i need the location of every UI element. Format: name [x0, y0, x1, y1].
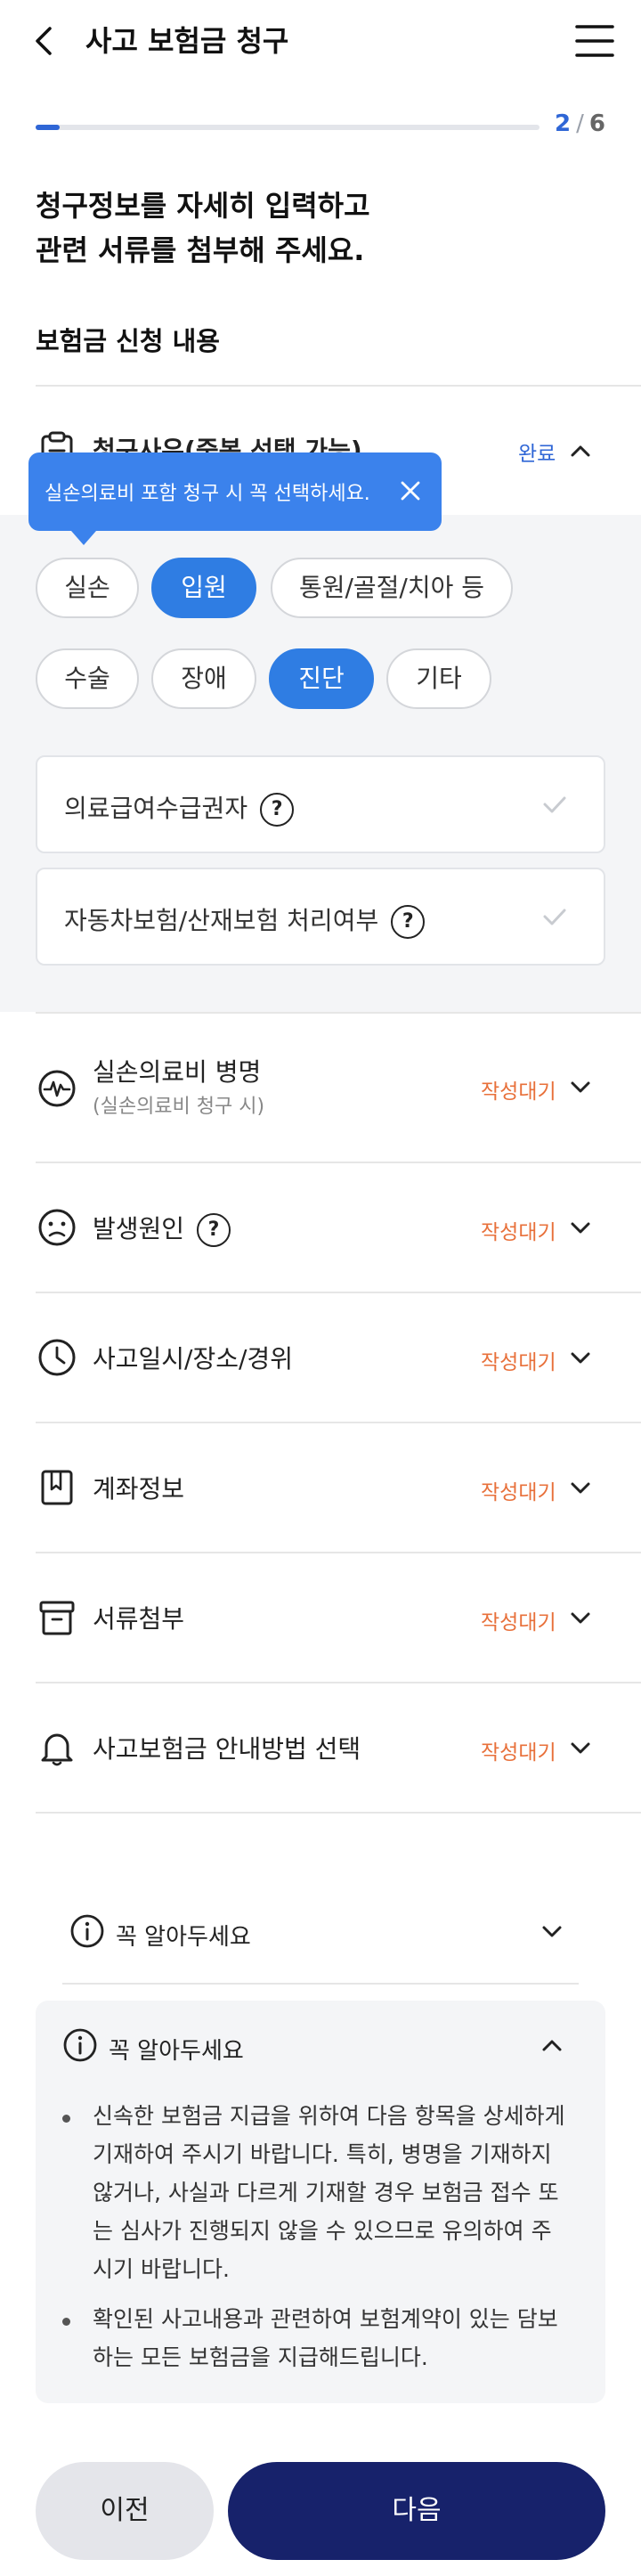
info-icon — [62, 2027, 98, 2063]
tooltip-text: 실손의료비 포함 청구 시 꼭 선택하세요. — [45, 483, 370, 505]
notice-title: 꼭 알아두세요 — [109, 2038, 244, 2065]
section-document-attach[interactable]: 서류첨부 작성대기 — [0, 1553, 641, 1682]
claim-reason-panel: 실손 입원 통원/골절/치아 등 수술 장애 진단 기타 의료급여수급권자? 자… — [0, 515, 641, 1012]
status-pending: 작성대기 — [481, 1741, 556, 1765]
status-pending: 작성대기 — [481, 1481, 556, 1504]
section-divider — [36, 385, 641, 387]
hamburger-menu-icon[interactable] — [575, 23, 614, 59]
back-icon[interactable] — [27, 23, 62, 59]
section-title-disease-name: 실손의료비 병명 — [93, 1057, 262, 1087]
notice-expanded: 꼭 알아두세요 신속한 보험금 지급을 위하여 다음 항목을 상세하게 기재하여… — [36, 2001, 605, 2403]
section-title-cause-text: 발생원인 — [93, 1214, 185, 1243]
chip-reason-silson[interactable]: 실손 — [36, 558, 139, 618]
section-title-cause: 발생원인? — [93, 1210, 231, 1247]
chevron-down-icon[interactable] — [540, 1919, 564, 1944]
chip-reason-surgery[interactable]: 수술 — [36, 648, 139, 709]
progress-total-steps: 6 — [588, 110, 605, 137]
section-cause[interactable]: 발생원인? 작성대기 — [0, 1163, 641, 1292]
medical-aid-recipient-text: 의료급여수급권자 — [64, 794, 248, 823]
medical-pulse-icon — [37, 1069, 77, 1108]
medical-aid-recipient-check[interactable]: 의료급여수급권자? — [36, 755, 605, 853]
progress-bar-fill — [36, 125, 61, 130]
notice-item: 신속한 보험금 지급을 위하여 다음 항목을 상세하게 기재하여 주시기 바랍니… — [93, 2103, 565, 2282]
progress-step-indicator: 2/6 — [555, 110, 605, 137]
auto-industrial-insurance-check[interactable]: 자동차보험/산재보험 처리여부? — [36, 868, 605, 966]
chip-reason-diagnosis[interactable]: 진단 — [269, 648, 374, 709]
intro-heading: 청구정보를 자세히 입력하고 관련 서류를 첨부해 주세요. — [36, 183, 370, 273]
intro-line-1: 청구정보를 자세히 입력하고 — [36, 189, 370, 223]
status-pending: 작성대기 — [481, 1221, 556, 1244]
notice-bullet — [62, 2318, 70, 2326]
help-icon[interactable]: ? — [260, 793, 295, 827]
notice-title: 꼭 알아두세요 — [116, 1924, 251, 1951]
bankbook-icon — [37, 1468, 77, 1507]
chip-reason-outpatient[interactable]: 통원/골절/치아 등 — [271, 558, 513, 618]
status-pending: 작성대기 — [481, 1351, 556, 1374]
section-accident-details[interactable]: 사고일시/장소/경위 작성대기 — [0, 1293, 641, 1422]
sad-face-icon — [37, 1208, 77, 1247]
chip-reason-inpatient[interactable]: 입원 — [151, 558, 256, 618]
prev-button[interactable]: 이전 — [36, 2462, 214, 2560]
section-divider — [36, 1812, 641, 1814]
auto-industrial-insurance-label: 자동차보험/산재보험 처리여부? — [64, 901, 426, 939]
next-button[interactable]: 다음 — [228, 2462, 605, 2560]
auto-industrial-insurance-text: 자동차보험/산재보험 처리여부 — [64, 906, 379, 935]
progress-bar — [36, 125, 540, 130]
medical-aid-recipient-label: 의료급여수급권자? — [64, 789, 295, 827]
bell-icon — [37, 1728, 77, 1767]
progress-separator: / — [576, 110, 584, 137]
claim-reason-status: 완료 — [518, 443, 556, 466]
chip-reason-disability[interactable]: 장애 — [151, 648, 256, 709]
chip-reason-other[interactable]: 기타 — [386, 648, 491, 709]
status-pending: 작성대기 — [481, 1611, 556, 1634]
section-title: 보험금 신청 내용 — [36, 326, 220, 356]
clock-icon — [37, 1338, 77, 1377]
checkmark-icon — [541, 791, 568, 818]
section-disease-name[interactable]: 실손의료비 병명 (실손의료비 청구 시) 작성대기 — [0, 1014, 641, 1142]
chevron-up-icon[interactable] — [568, 438, 593, 463]
tooltip-arrow — [71, 531, 96, 545]
selection-tooltip: 실손의료비 포함 청구 시 꼭 선택하세요. — [28, 452, 442, 545]
section-account-info[interactable]: 계좌정보 작성대기 — [0, 1423, 641, 1552]
chevron-down-icon[interactable] — [568, 1215, 593, 1240]
info-icon — [69, 1913, 105, 1949]
section-subtitle-disease-name: (실손의료비 청구 시) — [93, 1096, 265, 1118]
section-title-account-info: 계좌정보 — [93, 1474, 185, 1504]
section-title-accident-details: 사고일시/장소/경위 — [93, 1344, 293, 1374]
chevron-down-icon[interactable] — [568, 1074, 593, 1099]
page-title: 사고 보험금 청구 — [85, 24, 289, 58]
notice-collapsed-header[interactable]: 꼭 알아두세요 — [62, 1895, 579, 1967]
chevron-up-icon[interactable] — [540, 2033, 564, 2058]
notice-bullet — [62, 2115, 70, 2123]
notice-item: 확인된 사고내용과 관련하여 보험계약이 있는 담보하는 모든 보험금을 지급해… — [93, 2306, 558, 2370]
archive-box-icon — [37, 1598, 77, 1637]
close-icon[interactable] — [399, 479, 422, 502]
notice-divider — [62, 1983, 579, 1985]
help-icon[interactable]: ? — [391, 905, 426, 939]
chevron-down-icon[interactable] — [568, 1345, 593, 1370]
status-pending: 작성대기 — [481, 1080, 556, 1104]
chevron-down-icon[interactable] — [568, 1735, 593, 1760]
checkmark-icon — [541, 903, 568, 930]
section-title-notification-method: 사고보험금 안내방법 선택 — [93, 1734, 361, 1764]
chevron-down-icon[interactable] — [568, 1605, 593, 1630]
section-title-document-attach: 서류첨부 — [93, 1604, 185, 1634]
intro-line-2: 관련 서류를 첨부해 주세요. — [36, 233, 365, 267]
help-icon[interactable]: ? — [197, 1213, 231, 1247]
app-header: 사고 보험금 청구 — [0, 0, 641, 86]
progress-current-step: 2 — [555, 110, 572, 137]
section-notification-method[interactable]: 사고보험금 안내방법 선택 작성대기 — [0, 1683, 641, 1812]
notice-expanded-header[interactable]: 꼭 알아두세요 — [36, 2009, 605, 2081]
chevron-down-icon[interactable] — [568, 1475, 593, 1500]
